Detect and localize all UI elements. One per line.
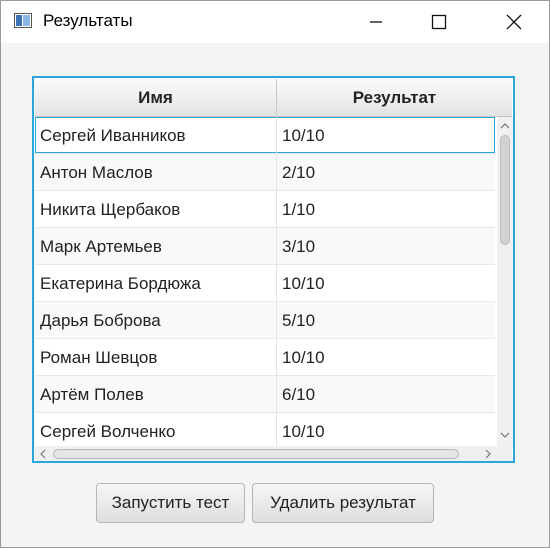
cell-result: 2/10 — [282, 162, 316, 182]
cell-name: Никита Щербаков — [35, 191, 277, 228]
horizontal-scroll-thumb[interactable] — [53, 449, 459, 459]
column-header-result[interactable]: Результат — [277, 79, 512, 116]
app-window-icon — [14, 13, 32, 28]
table-row[interactable]: Екатерина Бордюжа 10/10 — [35, 265, 495, 302]
minimize-icon — [370, 21, 382, 23]
maximize-button[interactable] — [416, 1, 462, 43]
scroll-left-icon[interactable] — [39, 449, 46, 459]
scroll-down-icon[interactable] — [500, 432, 510, 439]
cell-name: Сергей Волченко — [35, 413, 277, 447]
delete-result-button[interactable]: Удалить результат — [252, 483, 434, 523]
table-row[interactable]: Артём Полев 6/10 — [35, 376, 495, 413]
cell-name: Дарья Боброва — [35, 302, 277, 339]
vertical-scroll-thumb[interactable] — [500, 135, 510, 245]
maximize-icon — [431, 14, 447, 30]
cell-name: Антон Маслов — [35, 154, 277, 191]
table-body: Сергей Иванников 10/10 Антон Маслов 2/10… — [35, 117, 495, 447]
table-header: Имя Результат — [35, 79, 512, 117]
cell-result: 3/10 — [282, 236, 316, 256]
table-row[interactable]: Роман Шевцов 10/10 — [35, 339, 495, 376]
scroll-right-icon[interactable] — [485, 449, 492, 459]
cell-result: 1/10 — [282, 199, 316, 219]
cell-name: Артём Полев — [35, 376, 277, 413]
close-icon — [506, 14, 522, 30]
run-test-button[interactable]: Запустить тест — [96, 483, 245, 523]
results-table[interactable]: Имя Результат Сергей Иванников 10/10 Ант… — [32, 76, 515, 463]
vertical-scrollbar[interactable] — [497, 117, 513, 447]
cell-result: 10/10 — [282, 421, 325, 441]
table-row[interactable]: Никита Щербаков 1/10 — [35, 191, 495, 228]
cell-name: Екатерина Бордюжа — [35, 265, 277, 302]
table-row[interactable]: Антон Маслов 2/10 — [35, 154, 495, 191]
minimize-button[interactable] — [353, 1, 399, 43]
scroll-up-icon[interactable] — [500, 122, 510, 129]
cell-result: 5/10 — [282, 310, 316, 330]
table-row[interactable]: Сергей Иванников 10/10 — [35, 117, 495, 154]
table-row[interactable]: Марк Артемьев 3/10 — [35, 228, 495, 265]
column-header-name[interactable]: Имя — [35, 79, 277, 116]
cell-result: 10/10 — [282, 347, 325, 367]
cell-name: Сергей Иванников — [35, 117, 277, 154]
results-window: Результаты Имя Результат Сергей Иваннико… — [0, 0, 550, 548]
table-row[interactable]: Сергей Волченко 10/10 — [35, 413, 495, 447]
close-button[interactable] — [491, 1, 537, 43]
cell-result: 10/10 — [282, 273, 325, 293]
table-row[interactable]: Дарья Боброва 5/10 — [35, 302, 495, 339]
cell-result: 6/10 — [282, 384, 316, 404]
cell-result: 10/10 — [282, 125, 325, 145]
horizontal-scrollbar[interactable] — [35, 446, 512, 461]
title-bar[interactable]: Результаты — [1, 1, 549, 43]
window-title: Результаты — [43, 11, 133, 30]
cell-name: Роман Шевцов — [35, 339, 277, 376]
cell-name: Марк Артемьев — [35, 228, 277, 265]
